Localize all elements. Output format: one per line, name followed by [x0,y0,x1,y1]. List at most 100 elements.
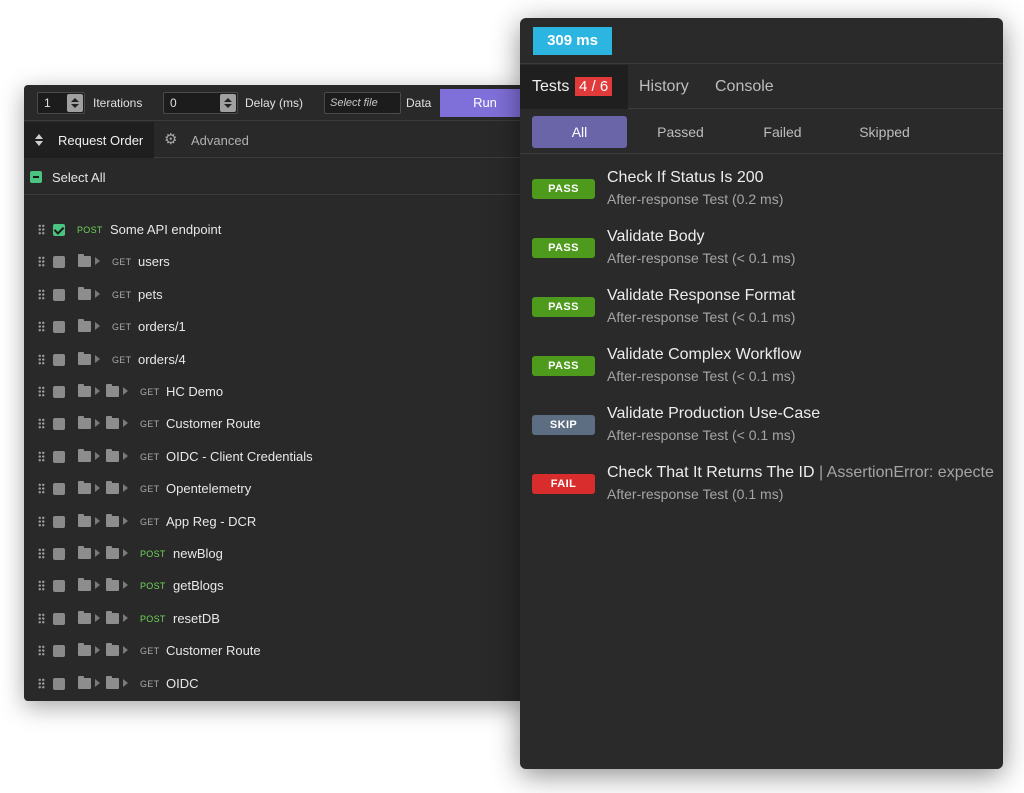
drag-handle-icon[interactable] [38,548,45,559]
select-all-row[interactable]: Select All [24,159,524,195]
request-row[interactable]: GET orders/1 [24,312,524,342]
request-checkbox[interactable] [53,354,65,366]
request-row[interactable]: GET OIDC [24,669,524,699]
request-checkbox[interactable] [53,386,65,398]
caret-right-icon[interactable] [95,484,100,492]
iterations-stepper[interactable] [67,94,83,112]
drag-handle-icon[interactable] [38,580,45,591]
caret-right-icon[interactable] [95,387,100,395]
drag-handle-icon[interactable] [38,289,45,300]
caret-right-icon[interactable] [123,484,128,492]
caret-right-icon[interactable] [95,679,100,687]
request-row[interactable]: POST getBlogs [24,571,524,601]
request-checkbox[interactable] [53,451,65,463]
test-result-row[interactable]: PASS Check If Status Is 200 After-response… [520,169,1003,219]
caret-right-icon[interactable] [123,419,128,427]
request-checkbox[interactable] [53,645,65,657]
drag-handle-icon[interactable] [38,645,45,656]
caret-right-icon[interactable] [95,581,100,589]
test-result-row[interactable]: SKIP Validate Production Use-Case After-re… [520,405,1003,455]
drag-handle-icon[interactable] [38,418,45,429]
caret-right-icon[interactable] [95,549,100,557]
filter-skipped-button[interactable]: Skipped [837,116,932,148]
request-row[interactable]: POST newBlog [24,539,524,569]
caret-right-icon[interactable] [95,614,100,622]
test-result-row[interactable]: FAIL Check That It Returns The ID | Asser… [520,464,1003,514]
drag-handle-icon[interactable] [38,321,45,332]
request-checkbox[interactable] [53,256,65,268]
drag-handle-icon[interactable] [38,256,45,267]
filter-all-button[interactable]: All [532,116,627,148]
test-result-row[interactable]: PASS Validate Response Format After-respon… [520,287,1003,337]
request-row[interactable]: GET Opentelemetry [24,474,524,504]
request-checkbox[interactable] [53,224,65,236]
request-row[interactable]: GET Customer Route [24,636,524,666]
caret-right-icon[interactable] [123,549,128,557]
run-button[interactable]: Run [440,89,524,117]
request-checkbox[interactable] [53,678,65,690]
test-subtitle: After-response Test (< 0.1 ms) [607,309,796,325]
caret-right-icon[interactable] [123,517,128,525]
caret-right-icon[interactable] [123,614,128,622]
request-row[interactable]: GET orders/4 [24,345,524,375]
caret-right-icon[interactable] [123,646,128,654]
drag-handle-icon[interactable] [38,451,45,462]
caret-right-icon[interactable] [123,679,128,687]
test-status-badge: PASS [532,297,595,317]
request-row[interactable]: GET OIDC - Client Credentials [24,442,524,472]
test-title: Validate Complex Workflow [607,346,801,364]
request-row[interactable]: GET HC Demo [24,377,524,407]
request-checkbox[interactable] [53,289,65,301]
caret-right-icon[interactable] [123,581,128,589]
caret-right-icon[interactable] [95,355,100,363]
request-row[interactable]: GET Customer Route [24,409,524,439]
drag-handle-icon[interactable] [38,678,45,689]
tab-history[interactable]: History [639,78,689,96]
caret-right-icon[interactable] [95,452,100,460]
request-checkbox[interactable] [53,321,65,333]
request-checkbox[interactable] [53,548,65,560]
drag-handle-icon[interactable] [38,224,45,235]
filter-failed-button[interactable]: Failed [735,116,830,148]
delay-stepper[interactable] [220,94,236,112]
caret-right-icon[interactable] [123,452,128,460]
caret-right-icon[interactable] [95,322,100,330]
test-result-row[interactable]: PASS Validate Body After-response Test (< … [520,228,1003,278]
caret-right-icon[interactable] [95,290,100,298]
tab-request-order[interactable]: Request Order [24,122,154,158]
request-checkbox[interactable] [53,580,65,592]
caret-right-icon[interactable] [95,419,100,427]
iterations-input[interactable]: 1 [37,92,85,114]
drag-handle-icon[interactable] [38,613,45,624]
request-row[interactable]: GET App Reg - DCR [24,507,524,537]
request-checkbox[interactable] [53,516,65,528]
select-file-input[interactable]: Select file [324,92,401,114]
request-row[interactable]: GET users [24,247,524,277]
test-results-panel: 309 ms Tests 4 / 6 History Console All P… [520,18,1003,769]
select-all-checkbox[interactable] [30,171,42,183]
caret-right-icon[interactable] [95,517,100,525]
test-result-row[interactable]: PASS Validate Complex Workflow After-respo… [520,346,1003,396]
drag-handle-icon[interactable] [38,516,45,527]
folder-icon [78,643,91,656]
filter-passed-button[interactable]: Passed [633,116,728,148]
request-row[interactable]: GET pets [24,280,524,310]
drag-handle-icon[interactable] [38,354,45,365]
request-checkbox[interactable] [53,613,65,625]
test-status-badge: PASS [532,356,595,376]
drag-handle-icon[interactable] [38,386,45,397]
caret-right-icon[interactable] [123,387,128,395]
caret-right-icon[interactable] [95,646,100,654]
folder-icon [106,578,119,591]
tab-advanced[interactable]: Advanced [191,133,249,148]
tab-console[interactable]: Console [715,78,774,96]
request-row[interactable]: POST Some API endpoint [24,215,524,245]
request-checkbox[interactable] [53,483,65,495]
request-checkbox[interactable] [53,418,65,430]
request-row[interactable]: POST resetDB [24,604,524,634]
request-name: App Reg - DCR [166,514,257,529]
caret-right-icon[interactable] [95,257,100,265]
drag-handle-icon[interactable] [38,483,45,494]
delay-input[interactable]: 0 [163,92,238,114]
tab-tests[interactable]: Tests 4 / 6 [520,65,628,109]
